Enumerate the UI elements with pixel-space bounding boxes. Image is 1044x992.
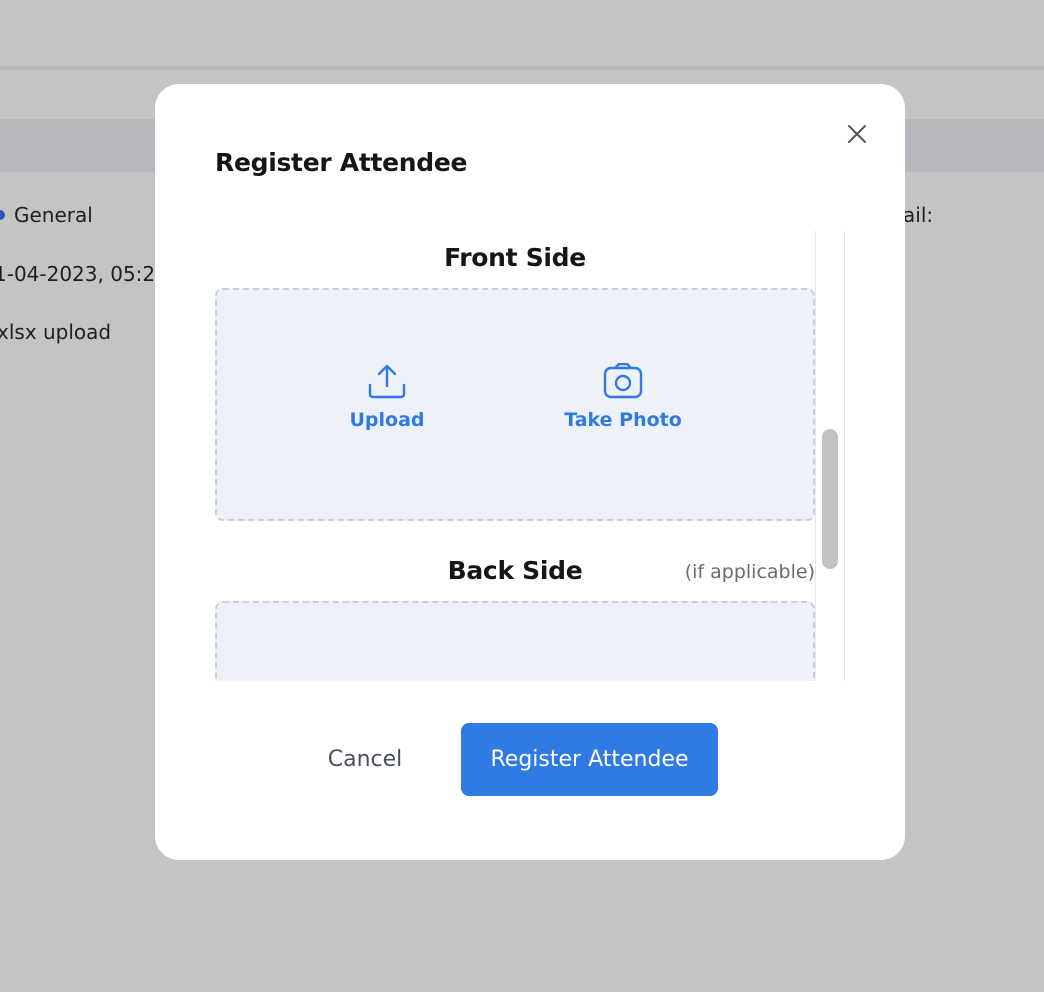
front-side-dropzone[interactable]: Upload Take Photo (215, 288, 815, 521)
upload-icon (368, 364, 406, 399)
scrollbar-thumb[interactable] (822, 429, 838, 569)
upload-label: Upload (349, 409, 425, 431)
background-source: xlsx upload (0, 320, 112, 344)
background-category: General (14, 203, 93, 227)
background-divider (0, 66, 1044, 70)
status-dot (0, 210, 5, 220)
cancel-button[interactable]: Cancel (305, 723, 425, 795)
back-side-note: (if applicable) (684, 561, 815, 583)
modal-title: Register Attendee (215, 148, 468, 177)
document-scroll-area[interactable]: Front Side Upload Take Photo Back Side (… (215, 231, 845, 681)
back-side-dropzone[interactable] (215, 601, 815, 681)
background-header (0, 0, 1044, 66)
close-button[interactable] (843, 120, 871, 148)
front-side-heading: Front Side (444, 243, 586, 272)
camera-icon (603, 363, 643, 399)
upload-button[interactable]: Upload (335, 363, 439, 431)
close-icon (848, 125, 866, 143)
register-attendee-modal: Register Attendee Front Side Upload Take… (155, 84, 905, 860)
register-attendee-button[interactable]: Register Attendee (461, 723, 718, 796)
take-photo-button[interactable]: Take Photo (553, 363, 693, 431)
background-date: 1-04-2023, 05:27 (0, 262, 168, 286)
background-email-label: ail: (903, 203, 934, 227)
take-photo-label: Take Photo (564, 409, 682, 431)
